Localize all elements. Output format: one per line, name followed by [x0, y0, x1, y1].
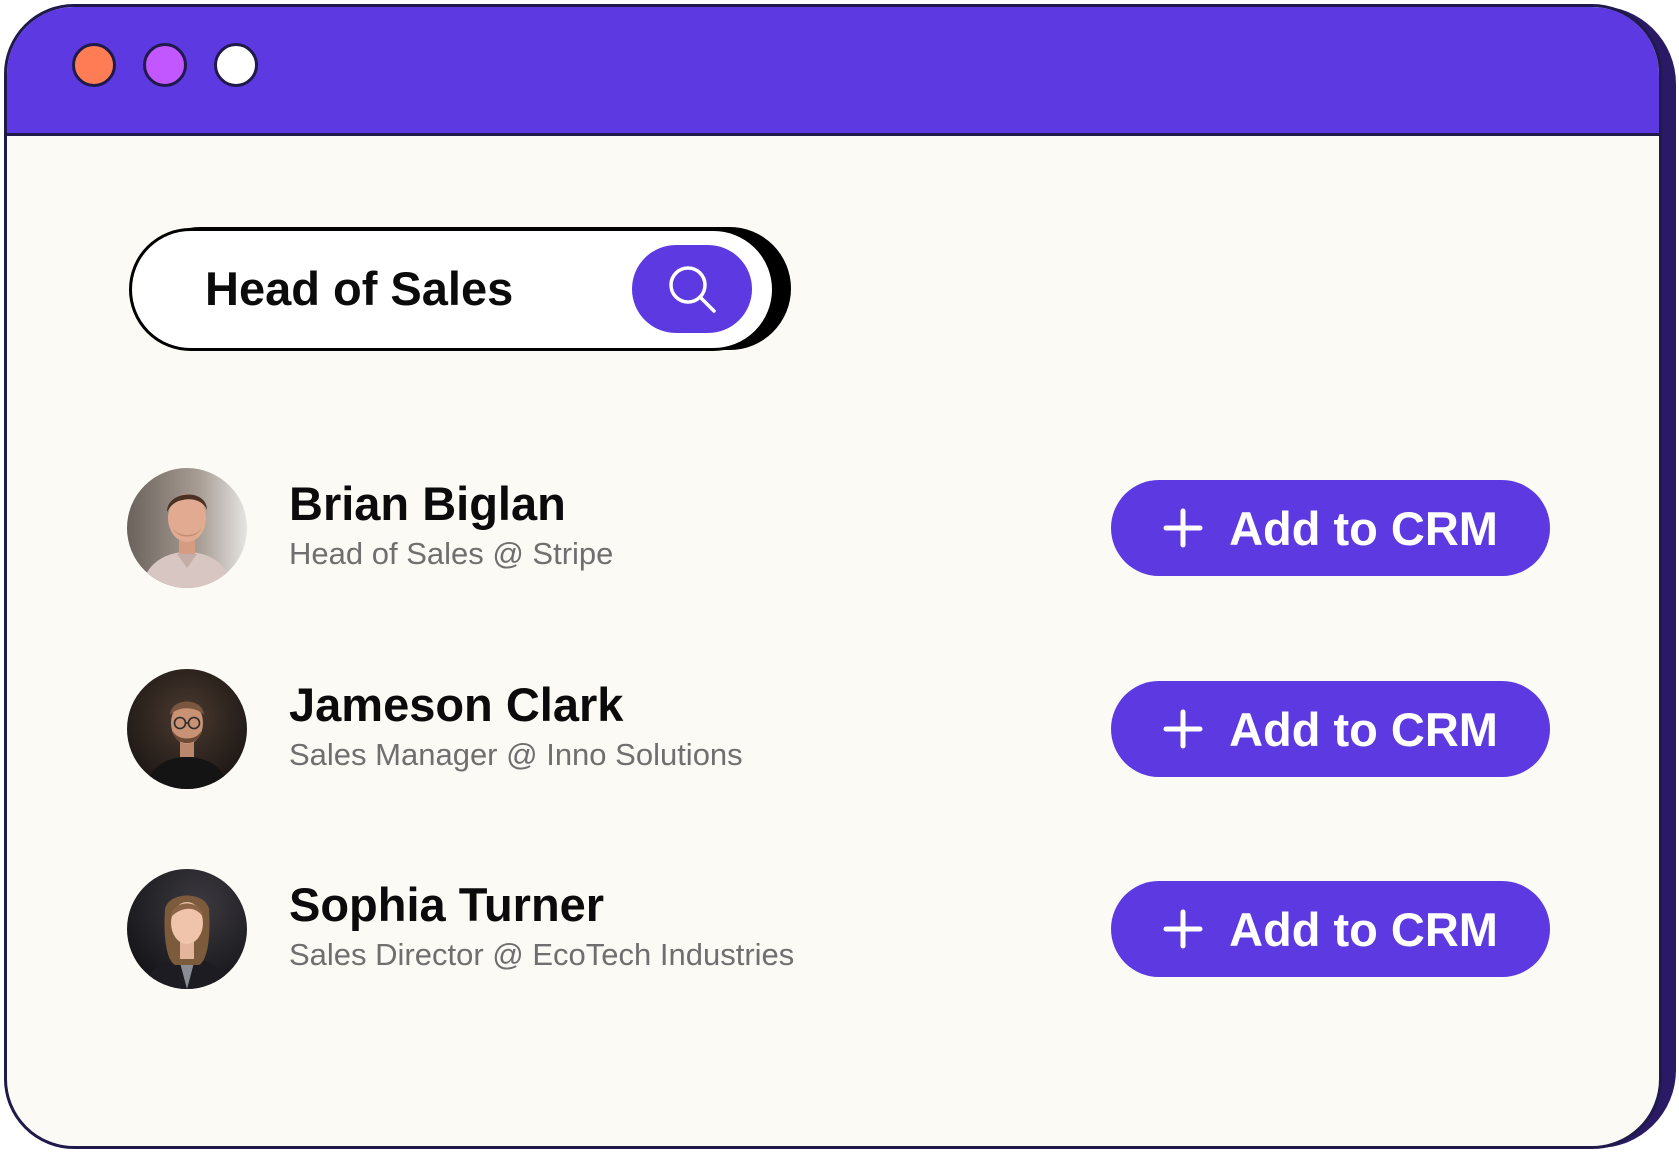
close-window-button[interactable]: [72, 43, 116, 87]
plus-icon: [1163, 709, 1203, 749]
person-title: Head of Sales @ Stripe: [289, 536, 614, 571]
plus-icon: [1163, 508, 1203, 548]
plus-icon: [1163, 909, 1203, 949]
avatar: [127, 869, 247, 989]
search-button[interactable]: [632, 245, 752, 333]
app-window: Head of Sales Brian Biglan Head of Sales…: [4, 4, 1662, 1149]
title-bar: [7, 7, 1659, 136]
add-to-crm-button[interactable]: Add to CRM: [1111, 480, 1550, 576]
person-title: Sales Director @ EcoTech Industries: [289, 937, 795, 972]
add-to-crm-button[interactable]: Add to CRM: [1111, 881, 1550, 977]
add-to-crm-button[interactable]: Add to CRM: [1111, 681, 1550, 777]
avatar: [127, 468, 247, 588]
person-name: Sophia Turner: [289, 878, 605, 931]
add-to-crm-label: Add to CRM: [1229, 501, 1498, 555]
search-input[interactable]: Head of Sales: [205, 261, 513, 316]
person-name: Brian Biglan: [289, 477, 566, 530]
list-item: Sophia Turner Sales Director @ EcoTech I…: [7, 869, 1659, 989]
add-to-crm-label: Add to CRM: [1229, 702, 1498, 756]
search-icon: [669, 266, 716, 313]
maximize-window-button[interactable]: [214, 43, 258, 87]
person-name: Jameson Clark: [289, 678, 624, 731]
list-item: Jameson Clark Sales Manager @ Inno Solut…: [7, 669, 1659, 789]
minimize-window-button[interactable]: [143, 43, 187, 87]
avatar: [127, 669, 247, 789]
search-bar[interactable]: Head of Sales: [129, 228, 775, 351]
add-to-crm-label: Add to CRM: [1229, 902, 1498, 956]
person-title: Sales Manager @ Inno Solutions: [289, 737, 743, 772]
list-item: Brian Biglan Head of Sales @ Stripe Add …: [7, 468, 1659, 588]
